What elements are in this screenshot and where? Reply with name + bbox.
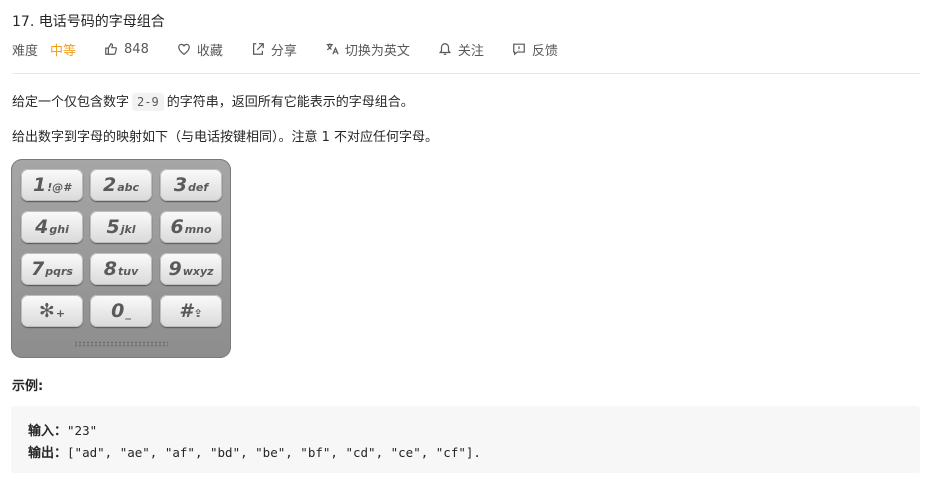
follow-button[interactable]: 关注	[438, 40, 484, 59]
key-digit: 1	[33, 174, 47, 196]
output-value: ["ad", "ae", "af", "bd", "be", "bf", "cd…	[67, 445, 481, 460]
keypad-key: 9 wxyz	[160, 253, 222, 285]
output-label: 输出：	[28, 446, 68, 461]
thumbs-up-icon	[105, 43, 118, 55]
key-letters: !@#	[47, 181, 71, 194]
difficulty-label: 难度	[12, 43, 39, 59]
like-count: 848	[124, 41, 149, 57]
description-paragraph-1: 给定一个仅包含数字 2-9 的字符串，返回所有它能表示的字母组合。	[12, 91, 414, 111]
key-digit: 5	[106, 216, 120, 238]
speaker-grille	[74, 341, 168, 347]
keypad-key: ✻ +	[21, 295, 83, 327]
switch-language-label: 切换为英文	[344, 43, 410, 59]
example-input-line: 输入："23"	[28, 420, 97, 439]
key-letters: wxyz	[182, 265, 214, 278]
key-letters: ghi	[49, 223, 69, 236]
translate-icon	[326, 43, 339, 55]
problem-meta-bar: 难度 中等 848 收藏 分享 切换为英文 关注 反馈	[12, 40, 558, 59]
keypad-key: 8 tuv	[90, 253, 152, 285]
key-digit: 8	[103, 258, 117, 280]
like-button[interactable]: 848	[104, 42, 149, 57]
key-digit: 0	[111, 300, 125, 322]
share-icon	[252, 43, 264, 55]
example-output-line: 输出：["ad", "ae", "af", "bd", "be", "bf", …	[28, 442, 481, 461]
keypad-key: 2 abc	[90, 169, 152, 201]
key-digit: #	[179, 300, 193, 322]
key-letters: def	[188, 181, 209, 194]
description-text: 的字符串，返回所有它能表示的字母组合。	[166, 95, 414, 110]
keypad-key: 4 ghi	[21, 211, 83, 243]
key-digit: 7	[31, 258, 45, 280]
problem-title: 17. 电话号码的字母组合	[12, 14, 165, 30]
key-letters: abc	[117, 181, 140, 194]
input-value: "23"	[67, 423, 98, 438]
key-letters: mno	[184, 223, 212, 236]
follow-label: 关注	[457, 43, 484, 59]
keypad-key: 5 jkl	[90, 211, 152, 243]
key-letters: jkl	[120, 223, 136, 236]
description-text: 给定一个仅包含数字	[12, 95, 130, 110]
keypad-key: 1 !@#	[21, 169, 83, 201]
keypad-key: # ⇪	[160, 295, 222, 327]
key-letters: ⇪	[193, 307, 203, 320]
keypad-key: 7 pqrs	[21, 253, 83, 285]
share-label: 分享	[270, 43, 297, 59]
heart-icon	[177, 43, 190, 55]
key-letters: pqrs	[45, 265, 73, 278]
divider	[12, 73, 920, 74]
example-code-block: 输入："23" 输出：["ad", "ae", "af", "bd", "be"…	[11, 406, 920, 473]
example-heading: 示例:	[12, 379, 44, 394]
feedback-button[interactable]: 反馈	[512, 40, 558, 59]
key-letters: _	[125, 307, 131, 320]
keypad-key: 6 mno	[160, 211, 222, 243]
input-label: 输入：	[28, 424, 68, 439]
phone-keypad-image: 1 !@# 2 abc 3 def 4 ghi 5 jkl 6 mno 7 pqrs 8 tuv 9 wxyz ✻ +…	[11, 159, 231, 358]
keypad-key: 3 def	[160, 169, 222, 201]
key-digit: 3	[173, 174, 188, 196]
bell-icon	[438, 43, 451, 55]
key-letters: tuv	[117, 265, 139, 278]
switch-language-button[interactable]: 切换为英文	[325, 40, 410, 59]
inline-code: 2-9	[132, 93, 164, 111]
key-digit: 2	[102, 174, 117, 196]
favorite-button[interactable]: 收藏	[177, 40, 223, 59]
favorite-label: 收藏	[196, 43, 223, 59]
description-paragraph-2: 给出数字到字母的映射如下（与电话按键相同）。注意 1 不对应任何字母。	[12, 130, 439, 145]
key-digit: 6	[170, 216, 184, 238]
feedback-icon	[513, 43, 525, 56]
keypad-key: 0 _	[90, 295, 152, 327]
share-button[interactable]: 分享	[251, 40, 297, 59]
key-digit: ✻	[38, 300, 55, 322]
difficulty-value: 中等	[50, 43, 77, 59]
key-digit: 4	[35, 216, 49, 238]
feedback-label: 反馈	[531, 43, 558, 59]
key-letters: +	[55, 307, 66, 320]
key-digit: 9	[168, 258, 182, 280]
